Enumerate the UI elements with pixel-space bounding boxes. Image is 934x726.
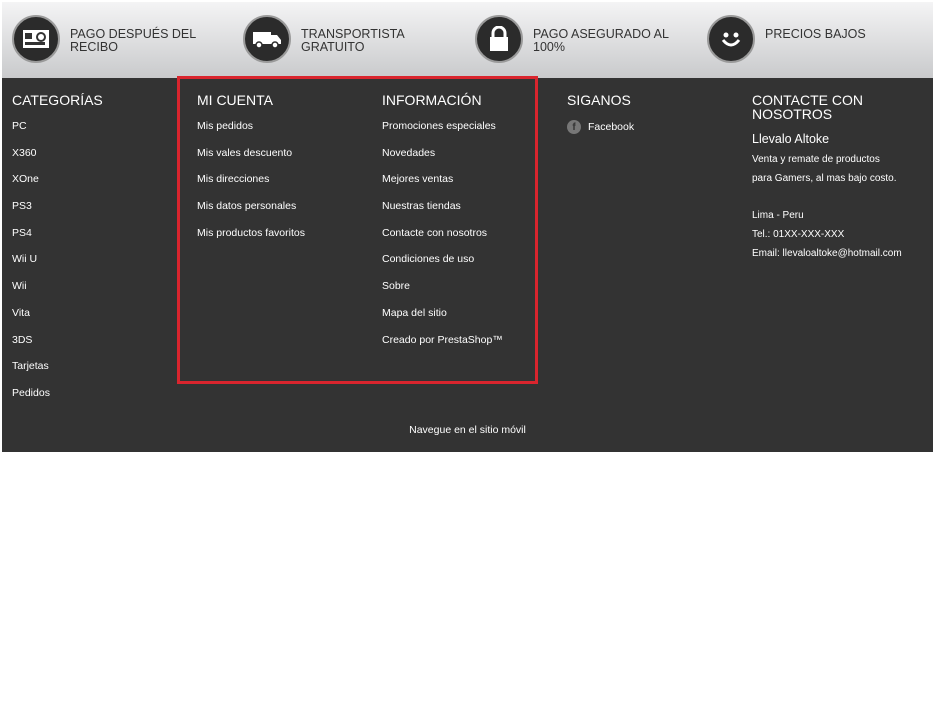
store-location: Lima - Peru: [752, 210, 804, 221]
feature-label: Precios bajos: [765, 27, 866, 41]
facebook-label: Facebook: [588, 121, 635, 133]
information-link[interactable]: Contacte con nosotros: [382, 227, 503, 254]
category-link[interactable]: PC: [12, 120, 103, 147]
category-link[interactable]: Wii U: [12, 253, 103, 280]
feature-label: Pago después del recibo: [70, 27, 196, 54]
delivery-truck-icon: [243, 15, 291, 63]
store-name: Llevalo Altoke: [752, 132, 830, 146]
information-link[interactable]: Creado por PrestaShop™: [382, 334, 503, 361]
information-link[interactable]: Mapa del sitio: [382, 307, 503, 334]
information-column: INFORMACIÓN Promociones especiales Noved…: [382, 93, 503, 360]
mobile-site-link[interactable]: Navegue en el sitio móvil: [2, 424, 933, 436]
store-phone: Tel.: 01XX-XXX-XXX: [752, 229, 845, 240]
categories-heading[interactable]: CATEGORÍAS: [12, 93, 103, 107]
store-email[interactable]: Email: llevaloaltoke@hotmail.com: [752, 244, 922, 263]
account-link[interactable]: Mis direcciones: [197, 173, 305, 200]
feature-label: Transportista gratuito: [301, 27, 405, 54]
category-link[interactable]: XOne: [12, 173, 103, 200]
information-link[interactable]: Condiciones de uso: [382, 253, 503, 280]
category-link[interactable]: Tarjetas: [12, 360, 103, 387]
information-link[interactable]: Novedades: [382, 147, 503, 174]
category-link[interactable]: Vita: [12, 307, 103, 334]
information-link[interactable]: Mejores ventas: [382, 173, 503, 200]
information-link[interactable]: Promociones especiales: [382, 120, 503, 147]
feature-label: Pago asegurado al 100%: [533, 27, 669, 54]
my-account-column: MI CUENTA Mis pedidos Mis vales descuent…: [197, 93, 305, 253]
smiley-icon: [707, 15, 755, 63]
store-description: Venta y remate de productos para Gamers,…: [752, 154, 897, 184]
follow-us-heading: SIGANOS: [567, 92, 631, 108]
my-account-heading[interactable]: MI CUENTA: [197, 93, 305, 107]
contact-heading: CONTACTE CON NOSOTROS: [752, 92, 863, 122]
account-link[interactable]: Mis pedidos: [197, 120, 305, 147]
page-footer-area: Pago después del recibo Transportista gr…: [2, 2, 933, 452]
cash-register-icon: [12, 15, 60, 63]
padlock-icon: [475, 15, 523, 63]
category-link[interactable]: PS3: [12, 200, 103, 227]
category-link[interactable]: X360: [12, 147, 103, 174]
footer: CATEGORÍAS PC X360 XOne PS3 PS4 Wii U Wi…: [2, 78, 933, 452]
account-link[interactable]: Mis productos favoritos: [197, 227, 305, 254]
information-link[interactable]: Nuestras tiendas: [382, 200, 503, 227]
facebook-link[interactable]: f Facebook: [567, 120, 634, 134]
account-link[interactable]: Mis datos personales: [197, 200, 305, 227]
features-bar: Pago después del recibo Transportista gr…: [2, 2, 933, 78]
category-link[interactable]: Pedidos: [12, 387, 103, 414]
category-link[interactable]: PS4: [12, 227, 103, 254]
information-link[interactable]: Sobre: [382, 280, 503, 307]
category-link[interactable]: Wii: [12, 280, 103, 307]
account-link[interactable]: Mis vales descuento: [197, 147, 305, 174]
category-link[interactable]: 3DS: [12, 334, 103, 361]
facebook-icon: f: [567, 120, 581, 134]
categories-column: CATEGORÍAS PC X360 XOne PS3 PS4 Wii U Wi…: [12, 93, 103, 414]
follow-us-column: SIGANOS f Facebook: [567, 93, 634, 134]
information-heading: INFORMACIÓN: [382, 92, 482, 108]
contact-column: CONTACTE CON NOSOTROS Llevalo Altoke Ven…: [752, 93, 922, 263]
